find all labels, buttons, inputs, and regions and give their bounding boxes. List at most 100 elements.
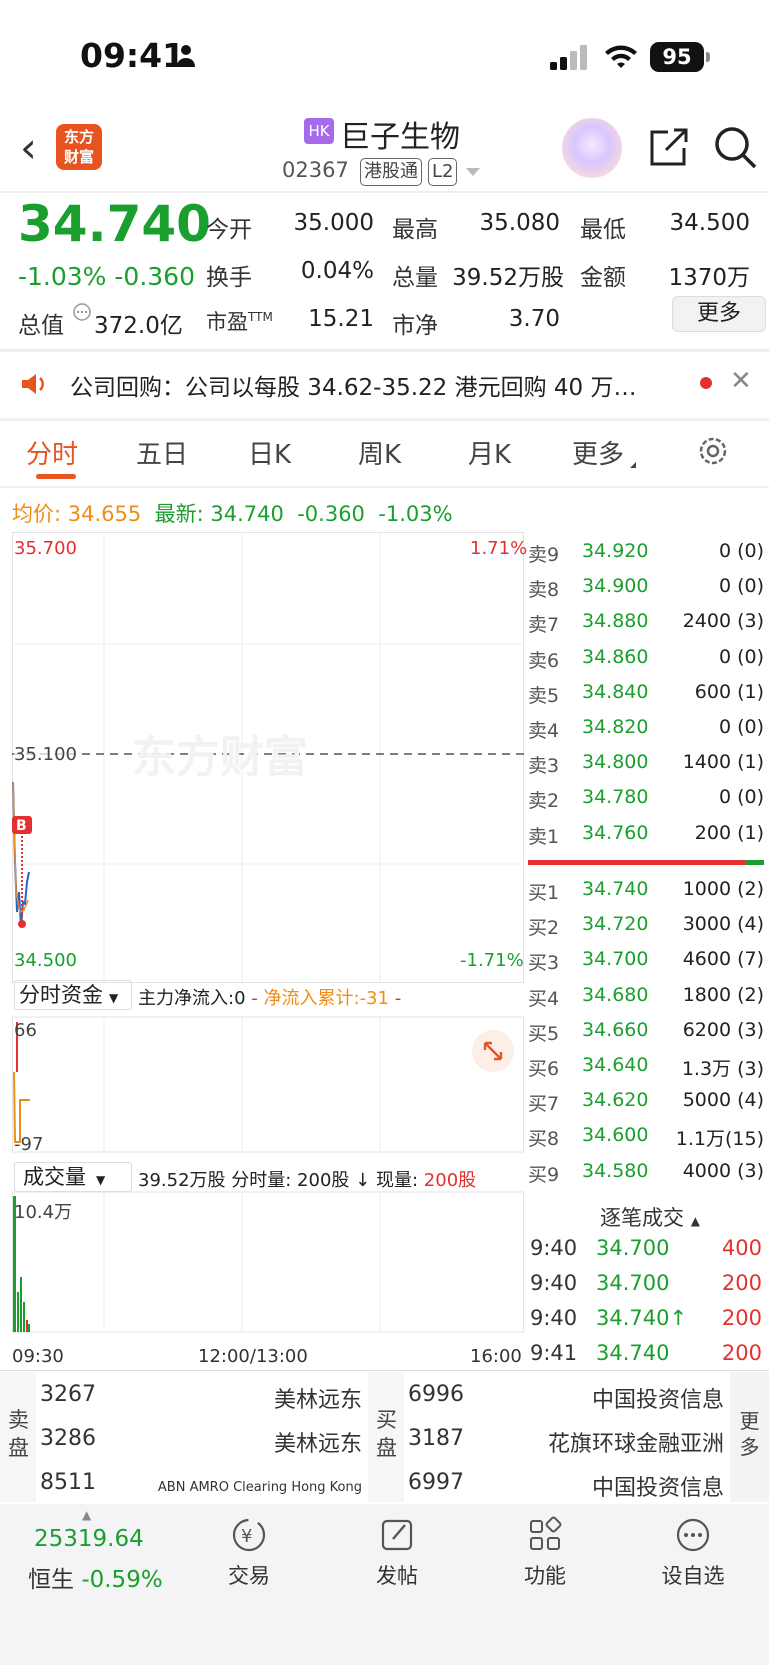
gear-icon[interactable] (696, 434, 730, 468)
broker-name: 中国投资信息 (591, 1476, 724, 1501)
bids-level-7[interactable]: 买7 34.620 5000 (4) (528, 1085, 764, 1120)
share-icon[interactable] (648, 126, 690, 168)
level-price: 34.920 (582, 540, 649, 562)
asks-level-2[interactable]: 卖8 34.900 0 (0) (528, 571, 764, 606)
level-quantity: 1.3万 (3) (681, 1058, 764, 1080)
bid-ask-ratio-bar (528, 860, 764, 865)
volume-label: 总量 (392, 265, 438, 291)
sell-broker-row[interactable]: 8511 ABN AMRO Clearing Hong Kong (36, 1470, 366, 1500)
buy-broker-row[interactable]: 6996 中国投资信息 (404, 1382, 728, 1413)
asks-level-8[interactable]: 卖2 34.780 0 (0) (528, 782, 764, 817)
expand-button[interactable] (472, 1030, 514, 1072)
assistant-avatar[interactable] (562, 118, 622, 178)
fund-flow-info: 主力净流入:0 - 净流入累计:-31 - (138, 984, 401, 1010)
tick-title[interactable]: 逐笔成交 ▲ (600, 1202, 700, 1232)
back-arrow-icon[interactable]: ‹ (20, 127, 37, 169)
asks-level-3[interactable]: 卖7 34.880 2400 (3) (528, 606, 764, 641)
app-logo[interactable]: 东方财富 (56, 124, 102, 170)
bids-level-9[interactable]: 买9 34.580 4000 (3) (528, 1156, 764, 1191)
volume-current: 200股 (423, 1170, 477, 1191)
bids-level-3[interactable]: 买3 34.700 4600 (7) (528, 944, 764, 979)
sell-broker-row[interactable]: 3286 美林远东 (36, 1426, 366, 1457)
logo-text: 东方财富 (63, 128, 94, 166)
bids-level-2[interactable]: 买2 34.720 3000 (4) (528, 909, 764, 944)
index-change[interactable]: 恒生 -0.59% (28, 1560, 163, 1594)
more-quote-button[interactable]: 更多 (672, 296, 766, 332)
more-brokers-button[interactable]: 更多 (730, 1372, 769, 1502)
divider (0, 418, 769, 421)
level-label: 卖3 (528, 755, 560, 778)
index-value[interactable]: 25319.64 (34, 1526, 144, 1552)
asks-level-9[interactable]: 卖1 34.760 200 (1) (528, 818, 764, 853)
tick-row: 9:40 34.740↑ 200 (528, 1302, 764, 1337)
unread-dot (700, 377, 712, 389)
close-icon[interactable]: ✕ (730, 366, 752, 396)
stock-name[interactable]: 巨子生物 (340, 112, 460, 156)
price-summary: 均价: 34.655 最新: 34.740 -0.360 -1.03% (12, 498, 453, 528)
divider (0, 486, 769, 488)
info-icon[interactable] (72, 302, 92, 322)
level-price: 34.740 (582, 878, 649, 900)
divider (0, 1370, 769, 1371)
broker-name: 中国投资信息 (591, 1388, 724, 1413)
nav-watchlist[interactable]: 设自选 (638, 1515, 748, 1590)
nav-post[interactable]: 发帖 (342, 1515, 452, 1590)
tab-daily-k[interactable]: 日K (248, 434, 291, 471)
buy-broker-row[interactable]: 6997 中国投资信息 (404, 1470, 728, 1501)
asks-level-6[interactable]: 卖4 34.820 0 (0) (528, 712, 764, 747)
bids-level-6[interactable]: 买6 34.640 1.3万 (3) (528, 1050, 764, 1085)
low-label: 最低 (580, 217, 626, 243)
asks-level-7[interactable]: 卖3 34.800 1400 (1) (528, 747, 764, 782)
level-label: 买5 (528, 1022, 560, 1045)
buy-broker-row[interactable]: 3187 花旗环球金融亚洲 (404, 1426, 728, 1457)
tick-price: 34.700 (596, 1236, 670, 1260)
level-price: 34.760 (582, 821, 649, 844)
bids-level-4[interactable]: 买4 34.680 1800 (2) (528, 980, 764, 1015)
bids-level-8[interactable]: 买8 34.600 1.1万(15) (528, 1120, 764, 1155)
asks-level-1[interactable]: 卖9 34.920 0 (0) (528, 536, 764, 571)
nav-trade[interactable]: ¥ 交易 (194, 1515, 304, 1590)
bids-level-5[interactable]: 买5 34.660 6200 (3) (528, 1015, 764, 1050)
level-label: 买9 (528, 1163, 560, 1186)
tick-price: 34.740↑ (596, 1306, 688, 1330)
bids-level-1[interactable]: 买1 34.740 1000 (2) (528, 874, 764, 909)
grid-icon (530, 1516, 562, 1550)
level-label: 买6 (528, 1058, 560, 1080)
broker-id: 8511 (40, 1470, 96, 1495)
level-price: 34.880 (582, 610, 649, 633)
asks-level-4[interactable]: 卖6 34.860 0 (0) (528, 642, 764, 677)
level-quantity: 0 (0) (718, 540, 764, 562)
fund-selector[interactable]: 分时资金 ▼ (14, 980, 132, 1010)
volume-selector[interactable]: 成交量 ▼ (14, 1162, 132, 1192)
amount-value: 1370万 (668, 265, 750, 291)
tab-weekly-k[interactable]: 周K (358, 434, 401, 471)
battery-indicator: 95 (650, 42, 710, 72)
amount-label: 金额 (580, 265, 626, 291)
intraday-chart[interactable]: 东方财富 B (12, 532, 524, 1354)
avg-label: 均价: (12, 502, 62, 526)
expand-icon (483, 1041, 503, 1061)
expand-up-caret-icon[interactable]: ▲ (82, 1508, 91, 1522)
tick-time: 9:40 (530, 1271, 578, 1295)
search-icon[interactable] (712, 124, 758, 170)
tab-5day[interactable]: 五日 (136, 434, 188, 471)
pe-sup: TTM (248, 310, 273, 324)
chart-top-price: 35.700 (14, 538, 77, 559)
price-change: -1.03% -0.360 (18, 262, 195, 291)
nav-trade-label: 交易 (228, 1564, 270, 1588)
asks-level-5[interactable]: 卖5 34.840 600 (1) (528, 677, 764, 712)
wifi-icon (605, 45, 637, 68)
sell-broker-row[interactable]: 3267 美林远东 (36, 1382, 366, 1413)
trade-icon: ¥ (232, 1518, 266, 1552)
broker-id: 6997 (408, 1470, 464, 1495)
broker-name: 美林远东 (273, 1388, 362, 1413)
stock-switch-caret-icon[interactable] (466, 168, 480, 176)
tick-time: 9:41 (530, 1341, 578, 1365)
nav-functions[interactable]: 功能 (490, 1515, 600, 1590)
volume-value: 39.52万股 (452, 265, 564, 291)
tab-intraday[interactable]: 分时 (26, 434, 78, 471)
notice-text[interactable]: 公司回购：公司以每股 34.62-35.22 港元回购 40 万… (70, 368, 637, 402)
tab-more[interactable]: 更多 (572, 434, 624, 471)
tab-monthly-k[interactable]: 月K (468, 434, 511, 471)
tick-price: 34.700 (596, 1271, 670, 1295)
